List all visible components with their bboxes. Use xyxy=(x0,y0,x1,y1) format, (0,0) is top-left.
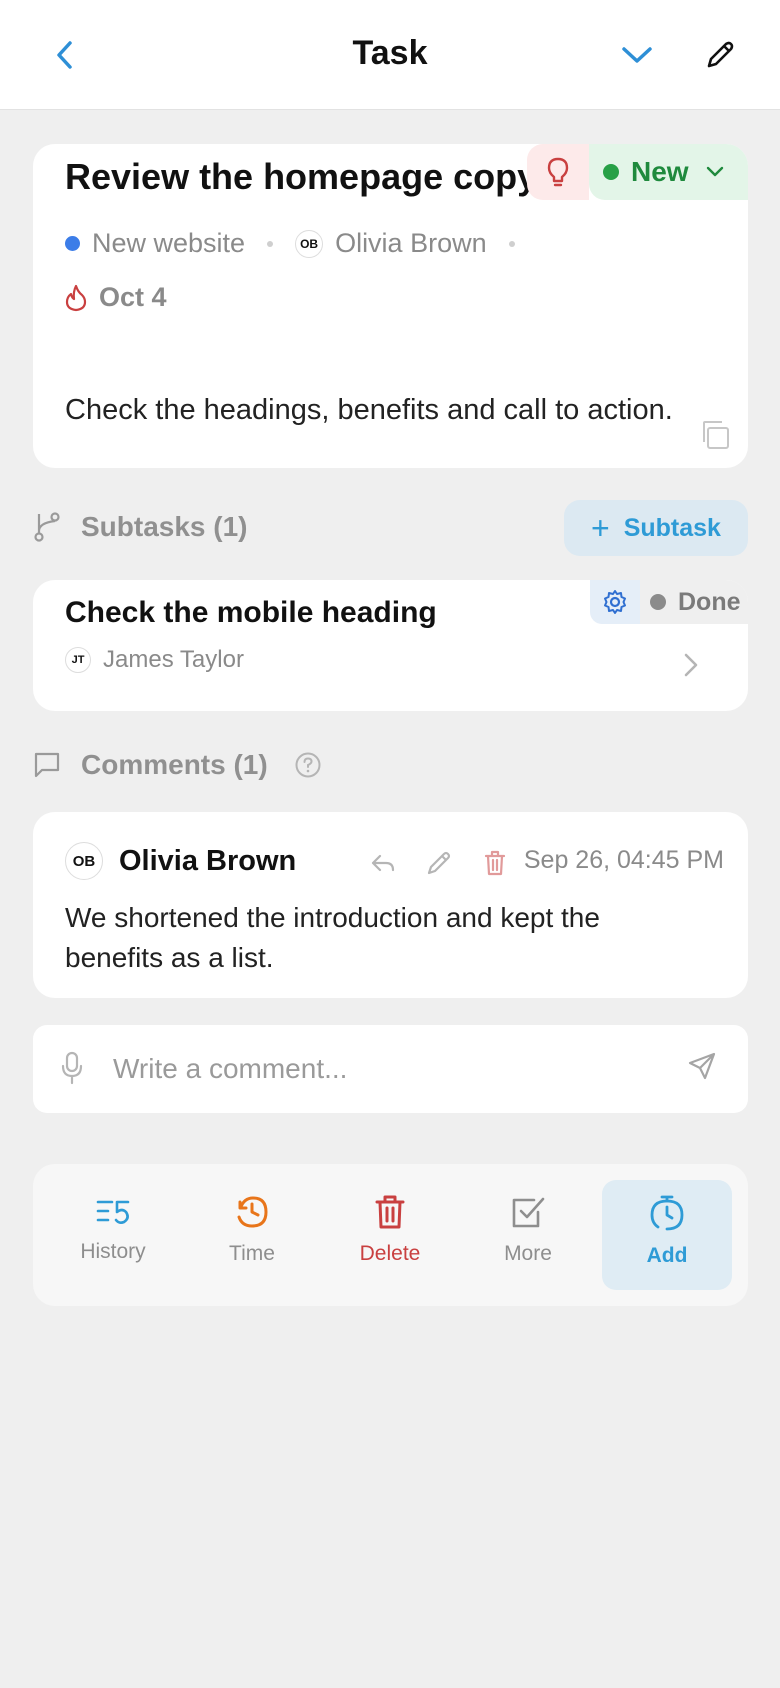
status-dot xyxy=(650,594,666,610)
chevron-right-icon xyxy=(683,652,699,683)
help-icon[interactable] xyxy=(294,751,322,779)
checkbox-icon xyxy=(512,1197,545,1228)
task-description: Check the headings, benefits and call to… xyxy=(65,394,673,426)
reply-icon xyxy=(371,854,395,872)
copy-button[interactable] xyxy=(699,418,739,458)
idea-button[interactable] xyxy=(527,144,589,200)
status-dot xyxy=(603,164,619,180)
add-subtask-label: Subtask xyxy=(623,513,721,542)
comment-text: We shortened the introduction and kept t… xyxy=(65,902,600,973)
trash-icon xyxy=(484,850,506,876)
send-icon xyxy=(688,1052,716,1080)
status-label: New xyxy=(631,156,689,187)
edit-button[interactable] xyxy=(695,30,745,80)
trash-icon xyxy=(375,1195,405,1229)
comment-composer xyxy=(33,1025,748,1113)
subtasks-heading-label: Subtasks (1) xyxy=(81,511,248,542)
chevron-down-icon xyxy=(706,166,723,177)
pencil-icon xyxy=(707,41,734,68)
subtask-assignee: JT James Taylor xyxy=(65,646,244,674)
comment-card: OB Olivia Brown Sep 26, 04:45 PM We shor… xyxy=(33,812,748,998)
delete-label: Delete xyxy=(359,1242,421,1265)
avatar: OB xyxy=(295,229,324,258)
subtask-assignee-name: James Taylor xyxy=(103,646,244,673)
more-button[interactable]: More xyxy=(463,1180,593,1290)
subtask-settings-button[interactable] xyxy=(590,580,640,624)
delete-comment-button[interactable] xyxy=(467,848,523,878)
branch-icon xyxy=(34,512,60,542)
history-label: History xyxy=(80,1240,146,1263)
comments-heading: Comments (1) xyxy=(33,749,342,781)
time-button[interactable]: Time xyxy=(187,1180,317,1290)
subtask-status-label: Done xyxy=(678,587,741,616)
page-title: Task xyxy=(352,34,428,72)
pencil-icon xyxy=(427,851,451,875)
timer-add-icon xyxy=(650,1195,684,1231)
task-title: Review the homepage copy xyxy=(65,156,538,197)
history-button[interactable]: History xyxy=(48,1180,178,1290)
gear-icon xyxy=(604,590,626,614)
status-dropdown[interactable]: New xyxy=(589,144,748,200)
subtask-card[interactable]: Check the mobile heading Done JT James T… xyxy=(33,580,748,711)
avatar: JT xyxy=(65,647,91,673)
project-color-dot xyxy=(65,236,80,251)
comment-input[interactable] xyxy=(113,1043,673,1095)
project-name[interactable]: New website xyxy=(92,228,245,259)
plus-icon: + xyxy=(591,510,610,546)
avatar: OB xyxy=(65,842,103,880)
edit-comment-button[interactable] xyxy=(411,848,467,878)
due-date-label: Oct 4 xyxy=(99,282,167,312)
lightbulb-icon xyxy=(547,157,569,187)
comment-timestamp: Sep 26, 04:45 PM xyxy=(523,846,724,874)
add-label: Add xyxy=(646,1244,688,1267)
microphone-icon xyxy=(61,1051,83,1085)
assignee-name[interactable]: Olivia Brown xyxy=(335,228,487,259)
separator-dot xyxy=(267,240,274,247)
comment-header: OB Olivia Brown xyxy=(65,842,296,880)
subtask-title: Check the mobile heading xyxy=(65,596,437,629)
history-list-icon xyxy=(96,1200,130,1224)
subtask-status-badge[interactable]: Done xyxy=(640,580,748,624)
comment-author: Olivia Brown xyxy=(119,844,297,877)
separator-dot xyxy=(508,240,515,247)
microphone-button[interactable] xyxy=(61,1051,83,1090)
reply-button[interactable] xyxy=(355,848,411,878)
send-button[interactable] xyxy=(687,1051,717,1086)
clock-history-icon xyxy=(237,1196,268,1228)
add-subtask-button[interactable]: + Subtask xyxy=(564,500,748,556)
chevron-down-icon xyxy=(622,47,652,63)
action-toolbar: History Time Delete More Add xyxy=(33,1164,748,1306)
delete-button[interactable]: Delete xyxy=(325,1180,455,1290)
comment-icon xyxy=(34,752,60,778)
task-card: Review the homepage copy New New website… xyxy=(33,144,748,468)
fire-icon xyxy=(65,284,87,311)
comment-actions xyxy=(355,848,523,878)
task-meta: New website OB Olivia Brown xyxy=(65,228,537,259)
top-bar: Task xyxy=(0,0,780,110)
more-label: More xyxy=(504,1242,552,1265)
time-label: Time xyxy=(229,1242,275,1265)
comments-heading-label: Comments (1) xyxy=(81,749,268,780)
due-date[interactable]: Oct 4 xyxy=(65,282,167,313)
subtasks-heading: Subtasks (1) xyxy=(33,511,248,543)
copy-icon xyxy=(703,421,729,449)
collapse-button[interactable] xyxy=(612,30,662,80)
add-timer-button[interactable]: Add xyxy=(602,1180,732,1290)
